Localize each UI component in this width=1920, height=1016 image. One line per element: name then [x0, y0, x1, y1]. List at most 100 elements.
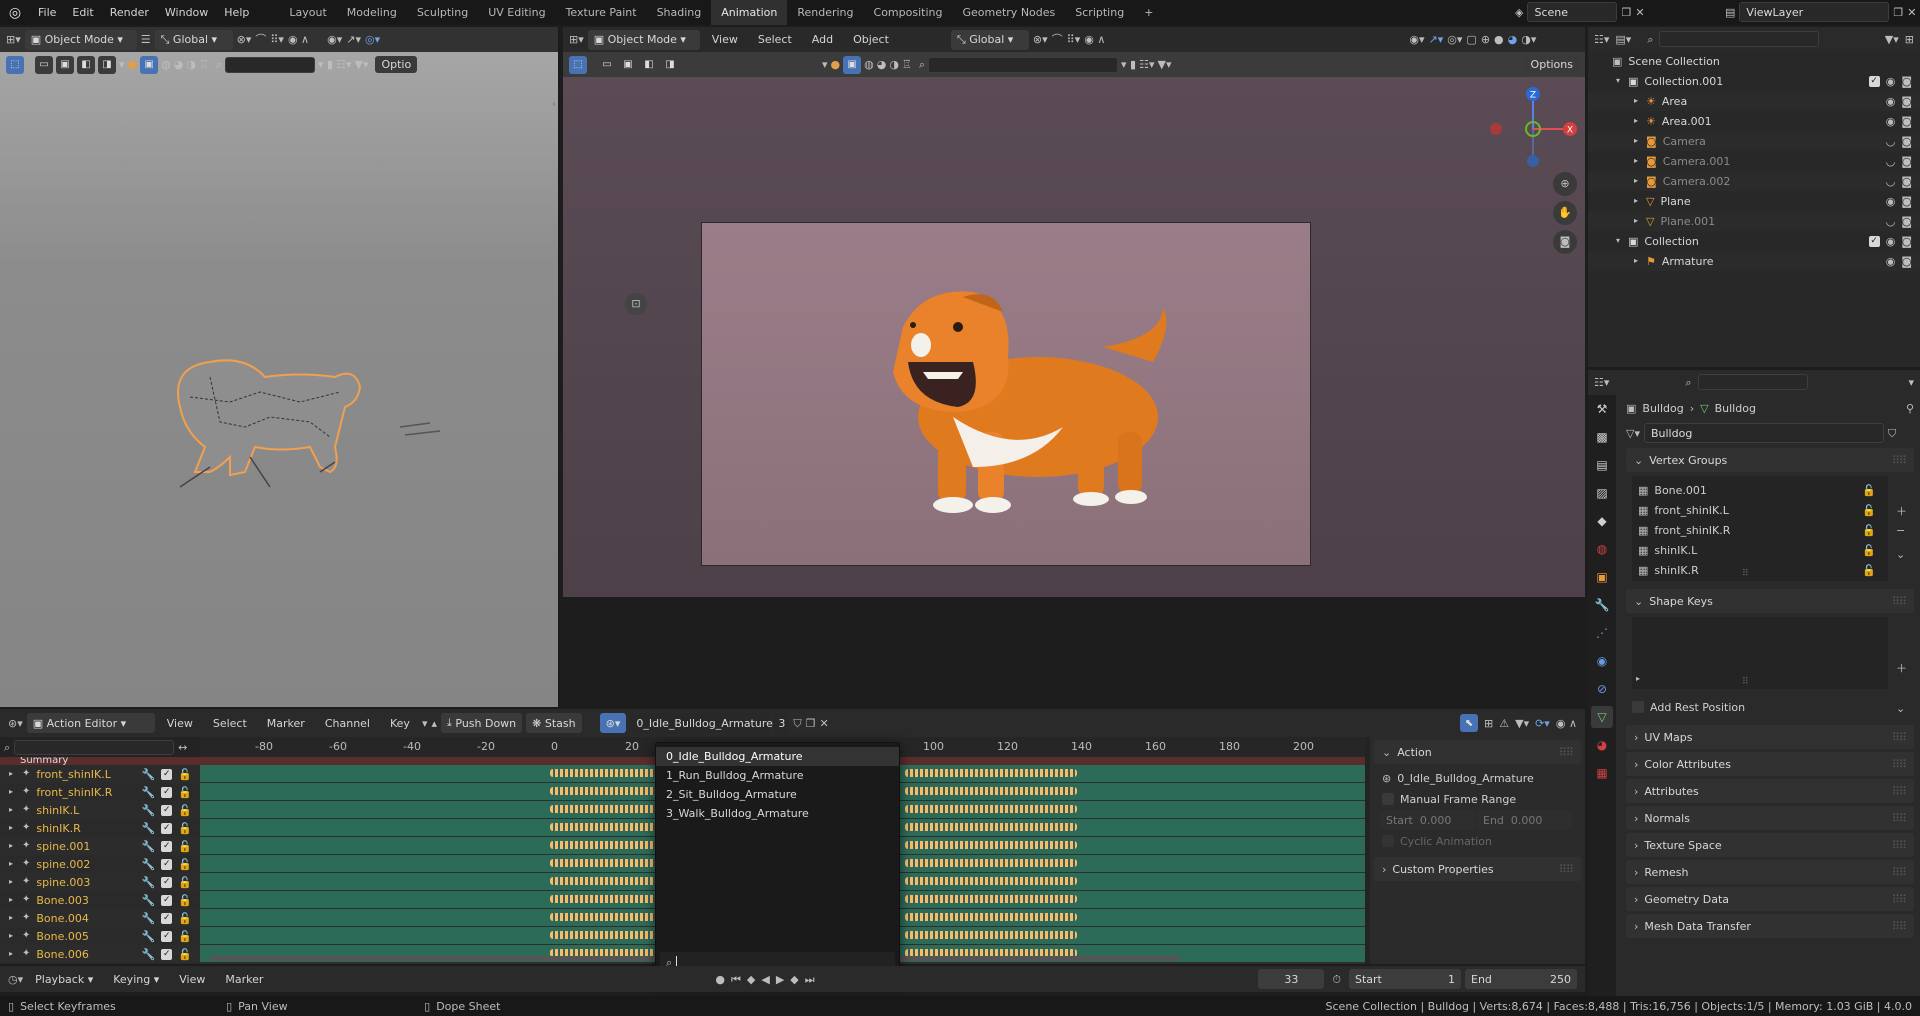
outliner-row-collection-001[interactable]: ▾ ▣ Collection.001 ✓ ◉ ◙: [1588, 71, 1920, 91]
rendered-bulldog[interactable]: [863, 267, 1203, 547]
shape-keys-panel-header[interactable]: ⌄ Shape Keys ⠿⠿: [1626, 589, 1914, 613]
show-hidden-icon[interactable]: ⊞: [1484, 718, 1493, 729]
summary-row[interactable]: Summary: [0, 757, 200, 765]
outliner-row-collection[interactable]: ▾ ▣ Collection ✓ ◉ ◙: [1588, 231, 1920, 251]
lock-icon[interactable]: 🔓: [178, 859, 192, 870]
camera-render-icon[interactable]: ◙: [1901, 116, 1912, 127]
delete-scene-icon[interactable]: ✕: [1635, 7, 1644, 18]
camera-render-icon[interactable]: ◙: [1901, 96, 1912, 107]
mute-checkbox[interactable]: ✓: [161, 930, 173, 942]
filter-icon[interactable]: ▼▾: [1157, 59, 1171, 70]
modifier-wrench-icon[interactable]: 🔧: [142, 877, 156, 888]
list-resize-grip-icon[interactable]: ⠿: [1742, 570, 1749, 579]
exclude-checkbox[interactable]: ✓: [1868, 235, 1880, 247]
action-editor-mode-dropdown[interactable]: ▣ Action Editor ▾: [26, 713, 155, 733]
search-icon[interactable]: ⌕: [216, 59, 222, 70]
shape-key-specials-icon[interactable]: ⌄: [1896, 703, 1905, 727]
action-list-item[interactable]: 2_Sit_Bulldog_Armature: [656, 785, 899, 804]
tab-compositing[interactable]: Compositing: [864, 0, 953, 25]
play-reverse-icon[interactable]: ◀: [761, 974, 769, 985]
lock-icon[interactable]: 🔓: [178, 913, 192, 924]
lock-icon[interactable]: 🔓: [178, 787, 192, 798]
wireframe-shading-icon[interactable]: ⊕: [1481, 34, 1490, 45]
toolbar-toggle-icon[interactable]: ⊡: [625, 293, 647, 315]
proportional-edit-icon[interactable]: ◉ ∧: [1556, 718, 1577, 729]
menu-key[interactable]: Key: [382, 717, 418, 730]
panel-grip-icon[interactable]: ⠿⠿: [1892, 866, 1907, 879]
select-mode-new-icon[interactable]: ▭: [35, 55, 53, 74]
add-rest-position-row[interactable]: Add Rest Position: [1622, 695, 1918, 719]
bookmark-icon[interactable]: ▾ ▮: [1121, 59, 1136, 70]
lock-icon[interactable]: 🔓: [178, 949, 192, 960]
overlay-icon[interactable]: ◎▾: [365, 34, 380, 45]
expand-right-chevron-icon[interactable]: ▸: [1630, 197, 1642, 205]
jump-start-icon[interactable]: ⏮: [731, 974, 741, 985]
tab-shading[interactable]: Shading: [647, 0, 712, 25]
channel-row[interactable]: ▸ ✦ spine.001 🔧 ✓ 🔓: [0, 837, 200, 855]
panel-uv-maps[interactable]: › UV Maps ⠿⠿: [1626, 725, 1914, 749]
panel-geometry-data[interactable]: › Geometry Data ⠿⠿: [1626, 887, 1914, 911]
custom-properties-panel-header[interactable]: › Custom Properties ⠿⠿: [1374, 857, 1581, 881]
unlink-action-icon[interactable]: ✕: [820, 718, 829, 729]
copy-viewlayer-icon[interactable]: ❐: [1893, 7, 1903, 18]
data-name-field[interactable]: Bulldog: [1643, 423, 1884, 443]
filter-icon[interactable]: ▼▾: [1515, 718, 1529, 729]
keyframe-strip[interactable]: [905, 913, 1077, 921]
snap-icon[interactable]: ⌒: [1052, 34, 1063, 45]
frame-end-field[interactable]: End 0.000: [1477, 810, 1572, 830]
keyframe-strip[interactable]: [905, 931, 1077, 939]
stash-button[interactable]: ❋ Stash: [526, 713, 582, 733]
select-mode-subtract-icon[interactable]: ◧: [77, 55, 95, 74]
outliner-row-camera-001[interactable]: ▸ ◙ Camera.001 ◡ ◙: [1588, 151, 1920, 171]
proportional-edit-icon[interactable]: ◉ ∧: [288, 34, 309, 45]
camera-render-icon[interactable]: ◙: [1901, 196, 1912, 207]
menu-view[interactable]: View: [704, 33, 746, 46]
eye-closed-icon[interactable]: ◡: [1886, 156, 1896, 167]
panel-grip-icon[interactable]: ⠿⠿: [1892, 731, 1907, 744]
expand-right-chevron-icon[interactable]: ▸: [1630, 97, 1642, 105]
right-search-input[interactable]: [928, 56, 1119, 73]
solid-shading-small-icon[interactable]: ▣: [843, 55, 862, 74]
channel-row[interactable]: ▸ ✦ shinIK.R 🔧 ✓ 🔓: [0, 819, 200, 837]
modifier-wrench-icon[interactable]: 🔧: [142, 823, 156, 834]
expand-right-chevron-icon[interactable]: ▸: [6, 788, 16, 796]
left-orientation-dropdown[interactable]: ⤡ Global ▾: [154, 29, 233, 50]
left-search-input[interactable]: [225, 56, 316, 73]
modifier-wrench-icon[interactable]: 🔧: [142, 769, 156, 780]
panel-color-attributes[interactable]: › Color Attributes ⠿⠿: [1626, 752, 1914, 776]
eye-icon[interactable]: ◉: [1886, 76, 1896, 87]
add-rest-position-checkbox[interactable]: [1632, 701, 1644, 713]
snap-icon[interactable]: ⌒: [255, 34, 266, 45]
vertex-group-item[interactable]: ▦ front_shinIK.R 🔓: [1632, 520, 1888, 540]
layer-down-icon[interactable]: ▾: [422, 718, 428, 729]
data-tab-icon[interactable]: ▽: [1591, 706, 1613, 728]
panel-attributes[interactable]: › Attributes ⠿⠿: [1626, 779, 1914, 803]
expand-right-chevron-icon[interactable]: ▸: [6, 842, 16, 850]
menu-view[interactable]: View: [159, 717, 201, 730]
editor-type-icon[interactable]: ⊞▾: [6, 34, 21, 45]
snap-target-icon[interactable]: ⠿▾: [270, 34, 284, 45]
mute-checkbox[interactable]: ✓: [161, 786, 173, 798]
vertex-group-item[interactable]: ▦ Bone.001 🔓: [1632, 480, 1888, 500]
right-mode-dropdown[interactable]: ▣ Object Mode ▾: [587, 29, 700, 50]
color-ball-icon[interactable]: ●: [128, 59, 138, 70]
dopesheet-editor-type-icon[interactable]: ⊛▾: [8, 718, 23, 729]
mute-checkbox[interactable]: ✓: [161, 912, 173, 924]
layout-icon[interactable]: ☷▾: [1139, 59, 1154, 70]
object-tab-icon[interactable]: ▣: [1591, 566, 1613, 588]
outliner-row-area-001[interactable]: ▸ ☀ Area.001 ◉ ◙: [1588, 111, 1920, 131]
channel-row[interactable]: ▸ ✦ Bone.003 🔧 ✓ 🔓: [0, 891, 200, 909]
eye-closed-icon[interactable]: ◡: [1886, 216, 1896, 227]
filter-dropdown-icon[interactable]: ▾: [119, 59, 125, 70]
render-shading-icon[interactable]: ◑▾: [1521, 34, 1536, 45]
eye-icon[interactable]: ◉: [1886, 256, 1896, 267]
proportional-edit-icon[interactable]: ◉ ∧: [1084, 34, 1105, 45]
expand-right-chevron-icon[interactable]: ▸: [1630, 177, 1642, 185]
camera-render-icon[interactable]: ◙: [1901, 176, 1912, 187]
display-mode-icon[interactable]: ▤▾: [1615, 34, 1631, 45]
pivot-icon[interactable]: ⊗▾: [1033, 34, 1048, 45]
bookmark-icon[interactable]: ▾ ▮: [318, 59, 333, 70]
tab-rendering[interactable]: Rendering: [787, 0, 863, 25]
channel-row[interactable]: ▸ ✦ front_shinIK.L 🔧 ✓ 🔓: [0, 765, 200, 783]
vertex-group-item[interactable]: ▦ shinIK.R 🔓: [1632, 560, 1888, 580]
